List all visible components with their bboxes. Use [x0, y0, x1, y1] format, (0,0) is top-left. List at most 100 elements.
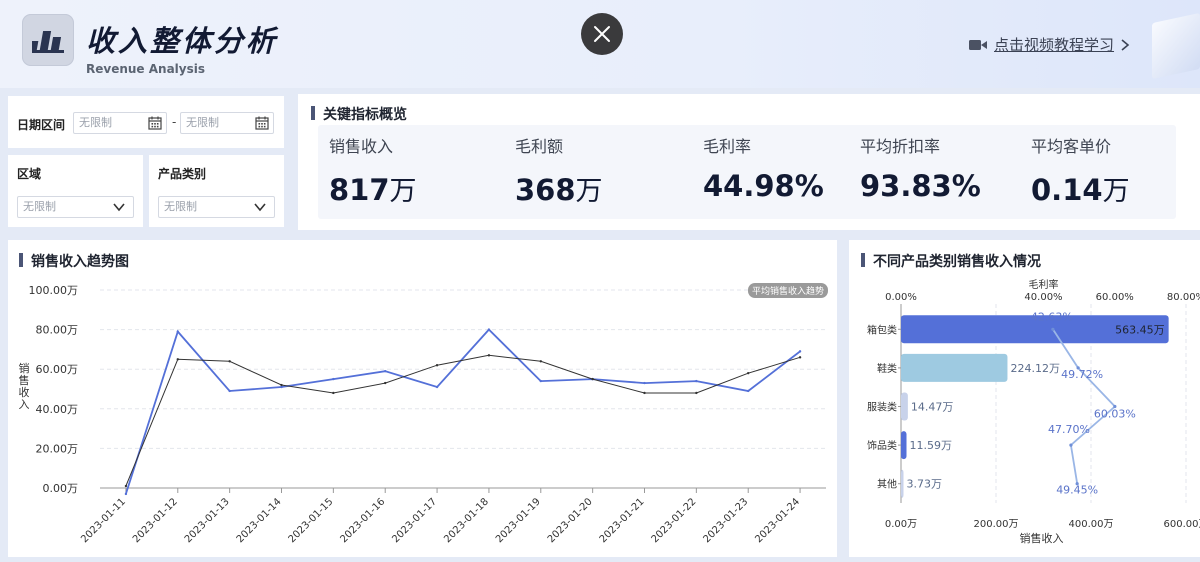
- chevron-down-icon: [254, 203, 266, 212]
- margin-rate-label: 60.03%: [1094, 408, 1136, 421]
- category-label: 产品类别: [158, 167, 207, 181]
- category-chart: 0.00万 200.00万 400.00万 600.00万销售收入 0.00% 40.00…: [867, 278, 1200, 545]
- region-select-value: 无限制: [23, 200, 56, 213]
- y-tick-label: 60.00万: [36, 363, 79, 376]
- kpi-value-revenue: 817万: [329, 169, 417, 208]
- category-chart-panel: 0.00万 200.00万 400.00万 600.00万销售收入 0.00% 40.00…: [849, 240, 1200, 557]
- series-2-point: [384, 381, 387, 385]
- series-2-point: [280, 383, 283, 387]
- date-end-input[interactable]: 无限制: [180, 112, 274, 134]
- category-label: 箱包类: [867, 323, 897, 336]
- margin-rate-point: [1051, 327, 1055, 331]
- y-tick-label: 20.00万: [36, 442, 79, 455]
- legend-label: 平均销售收入趋势: [752, 285, 824, 297]
- trend-section-title: 销售收入趋势图: [19, 251, 129, 271]
- y-tick-label: 40.00万: [36, 403, 79, 416]
- x-tick-label: 2023-01-11: [79, 496, 128, 545]
- series-2-point: [747, 371, 750, 375]
- trend-chart-panel: 0.00万 20.00万 40.00万 60.00万 80.00万 100.00万 2023…: [8, 240, 837, 557]
- series-1-point: [176, 330, 179, 333]
- series-2-point: [695, 391, 698, 395]
- kpi-number: 368: [515, 173, 576, 207]
- kpi-label-revenue: 销售收入: [329, 137, 394, 156]
- series-2-point: [591, 377, 594, 381]
- page-subtitle: Revenue Analysis: [86, 62, 206, 76]
- category-bar: [901, 469, 904, 498]
- secondary-tick-label: 40.00%: [1024, 292, 1062, 303]
- x-tick-label: 2023-01-21: [598, 496, 647, 545]
- date-end-placeholder: 无限制: [186, 116, 219, 129]
- video-icon: [969, 39, 987, 50]
- category-bar: [901, 392, 908, 421]
- kpi-number: 93.83%: [860, 169, 981, 203]
- category-select[interactable]: 无限制: [158, 196, 275, 218]
- series-1-point: [435, 385, 439, 389]
- date-filter-panel: 日期区间 无限制 - 无限制: [8, 96, 284, 148]
- x-tick-label: 2023-01-17: [390, 496, 439, 545]
- kpi-number: 44.98%: [703, 169, 824, 203]
- bar-value-label: 3.73万: [907, 478, 943, 491]
- kpi-unit: 万: [1102, 176, 1130, 207]
- secondary-tick-label: 60.00%: [1096, 292, 1134, 303]
- kpi-number: 0.14: [1031, 173, 1103, 207]
- x-tick-label: 2023-01-16: [338, 496, 387, 545]
- category-label: 饰品类: [867, 439, 897, 452]
- series-2-point: [435, 364, 439, 367]
- secondary-tick-label: 0.00%: [885, 292, 917, 303]
- category-label: 服装类: [867, 401, 897, 414]
- kpi-box: 销售收入 817万 毛利额 368万 毛利率 44.98% 平均折扣率 93.8…: [318, 125, 1176, 219]
- x-tick-label: 200.00万: [974, 519, 1019, 530]
- series-2-point: [332, 391, 335, 395]
- kpi-value-gross-profit: 368万: [515, 169, 603, 208]
- kpi-label-margin: 毛利率: [703, 137, 752, 156]
- series-2-point: [176, 358, 179, 361]
- kpi-label-avg-order: 平均客单价: [1031, 137, 1112, 156]
- kpi-value-margin: 44.98%: [703, 169, 824, 203]
- date-range-label: 日期区间: [17, 118, 66, 132]
- series-1-point: [643, 381, 646, 385]
- page-title: 收入整体分析: [86, 24, 279, 58]
- margin-rate-point: [1069, 443, 1073, 447]
- date-start-input[interactable]: 无限制: [73, 112, 167, 134]
- margin-rate-line: [1052, 328, 1117, 484]
- secondary-axis-label: 毛利率: [1029, 278, 1059, 291]
- region-label: 区域: [17, 167, 42, 181]
- series-1-point: [384, 369, 387, 373]
- chevron-right-icon: [1121, 38, 1130, 51]
- x-tick-label: 2023-01-14: [235, 496, 284, 545]
- kpi-label-gross-profit: 毛利额: [515, 137, 564, 156]
- category-section-title: 不同产品类别销售收入情况: [861, 251, 1041, 271]
- region-select[interactable]: 无限制: [17, 196, 134, 218]
- y-tick-label: 0.00万: [43, 482, 79, 495]
- app-logo: [22, 14, 74, 66]
- date-separator: -: [172, 115, 177, 129]
- margin-rate-label: 47.70%: [1048, 423, 1090, 436]
- close-button[interactable]: [581, 13, 623, 55]
- x-tick-label: 400.00万: [1069, 519, 1114, 530]
- series-2-point: [643, 391, 646, 395]
- kpi-unit: 万: [389, 176, 417, 207]
- series-line-2: [125, 354, 801, 487]
- category-bar: [901, 353, 1008, 382]
- margin-rate-label: 49.45%: [1056, 484, 1098, 497]
- series-1-point: [124, 492, 128, 496]
- tutorial-label: 点击视频教程学习: [994, 36, 1115, 54]
- bar-value-label: 224.12万: [1010, 362, 1060, 375]
- series-1-point: [798, 350, 802, 353]
- category-label: 其他: [877, 478, 897, 491]
- series-2-point: [124, 484, 128, 488]
- x-tick-label: 2023-01-22: [650, 496, 699, 545]
- series-1-point: [695, 379, 698, 383]
- category-bar: [901, 431, 907, 460]
- x-tick-label: 2023-01-20: [546, 496, 595, 545]
- calendar-icon[interactable]: [148, 116, 162, 130]
- video-tutorial-link[interactable]: 点击视频教程学习: [968, 34, 1130, 55]
- trend-chart: 0.00万 20.00万 40.00万 60.00万 80.00万 100.00万 2023…: [19, 283, 828, 545]
- kpi-label-discount: 平均折扣率: [860, 137, 941, 156]
- series-1-point: [487, 328, 491, 331]
- calendar-icon[interactable]: [255, 116, 269, 130]
- date-start-placeholder: 无限制: [79, 116, 112, 129]
- bar-value-label: 14.47万: [911, 401, 954, 414]
- series-1-point: [539, 379, 542, 383]
- region-filter-panel: 区域 无限制: [8, 155, 143, 227]
